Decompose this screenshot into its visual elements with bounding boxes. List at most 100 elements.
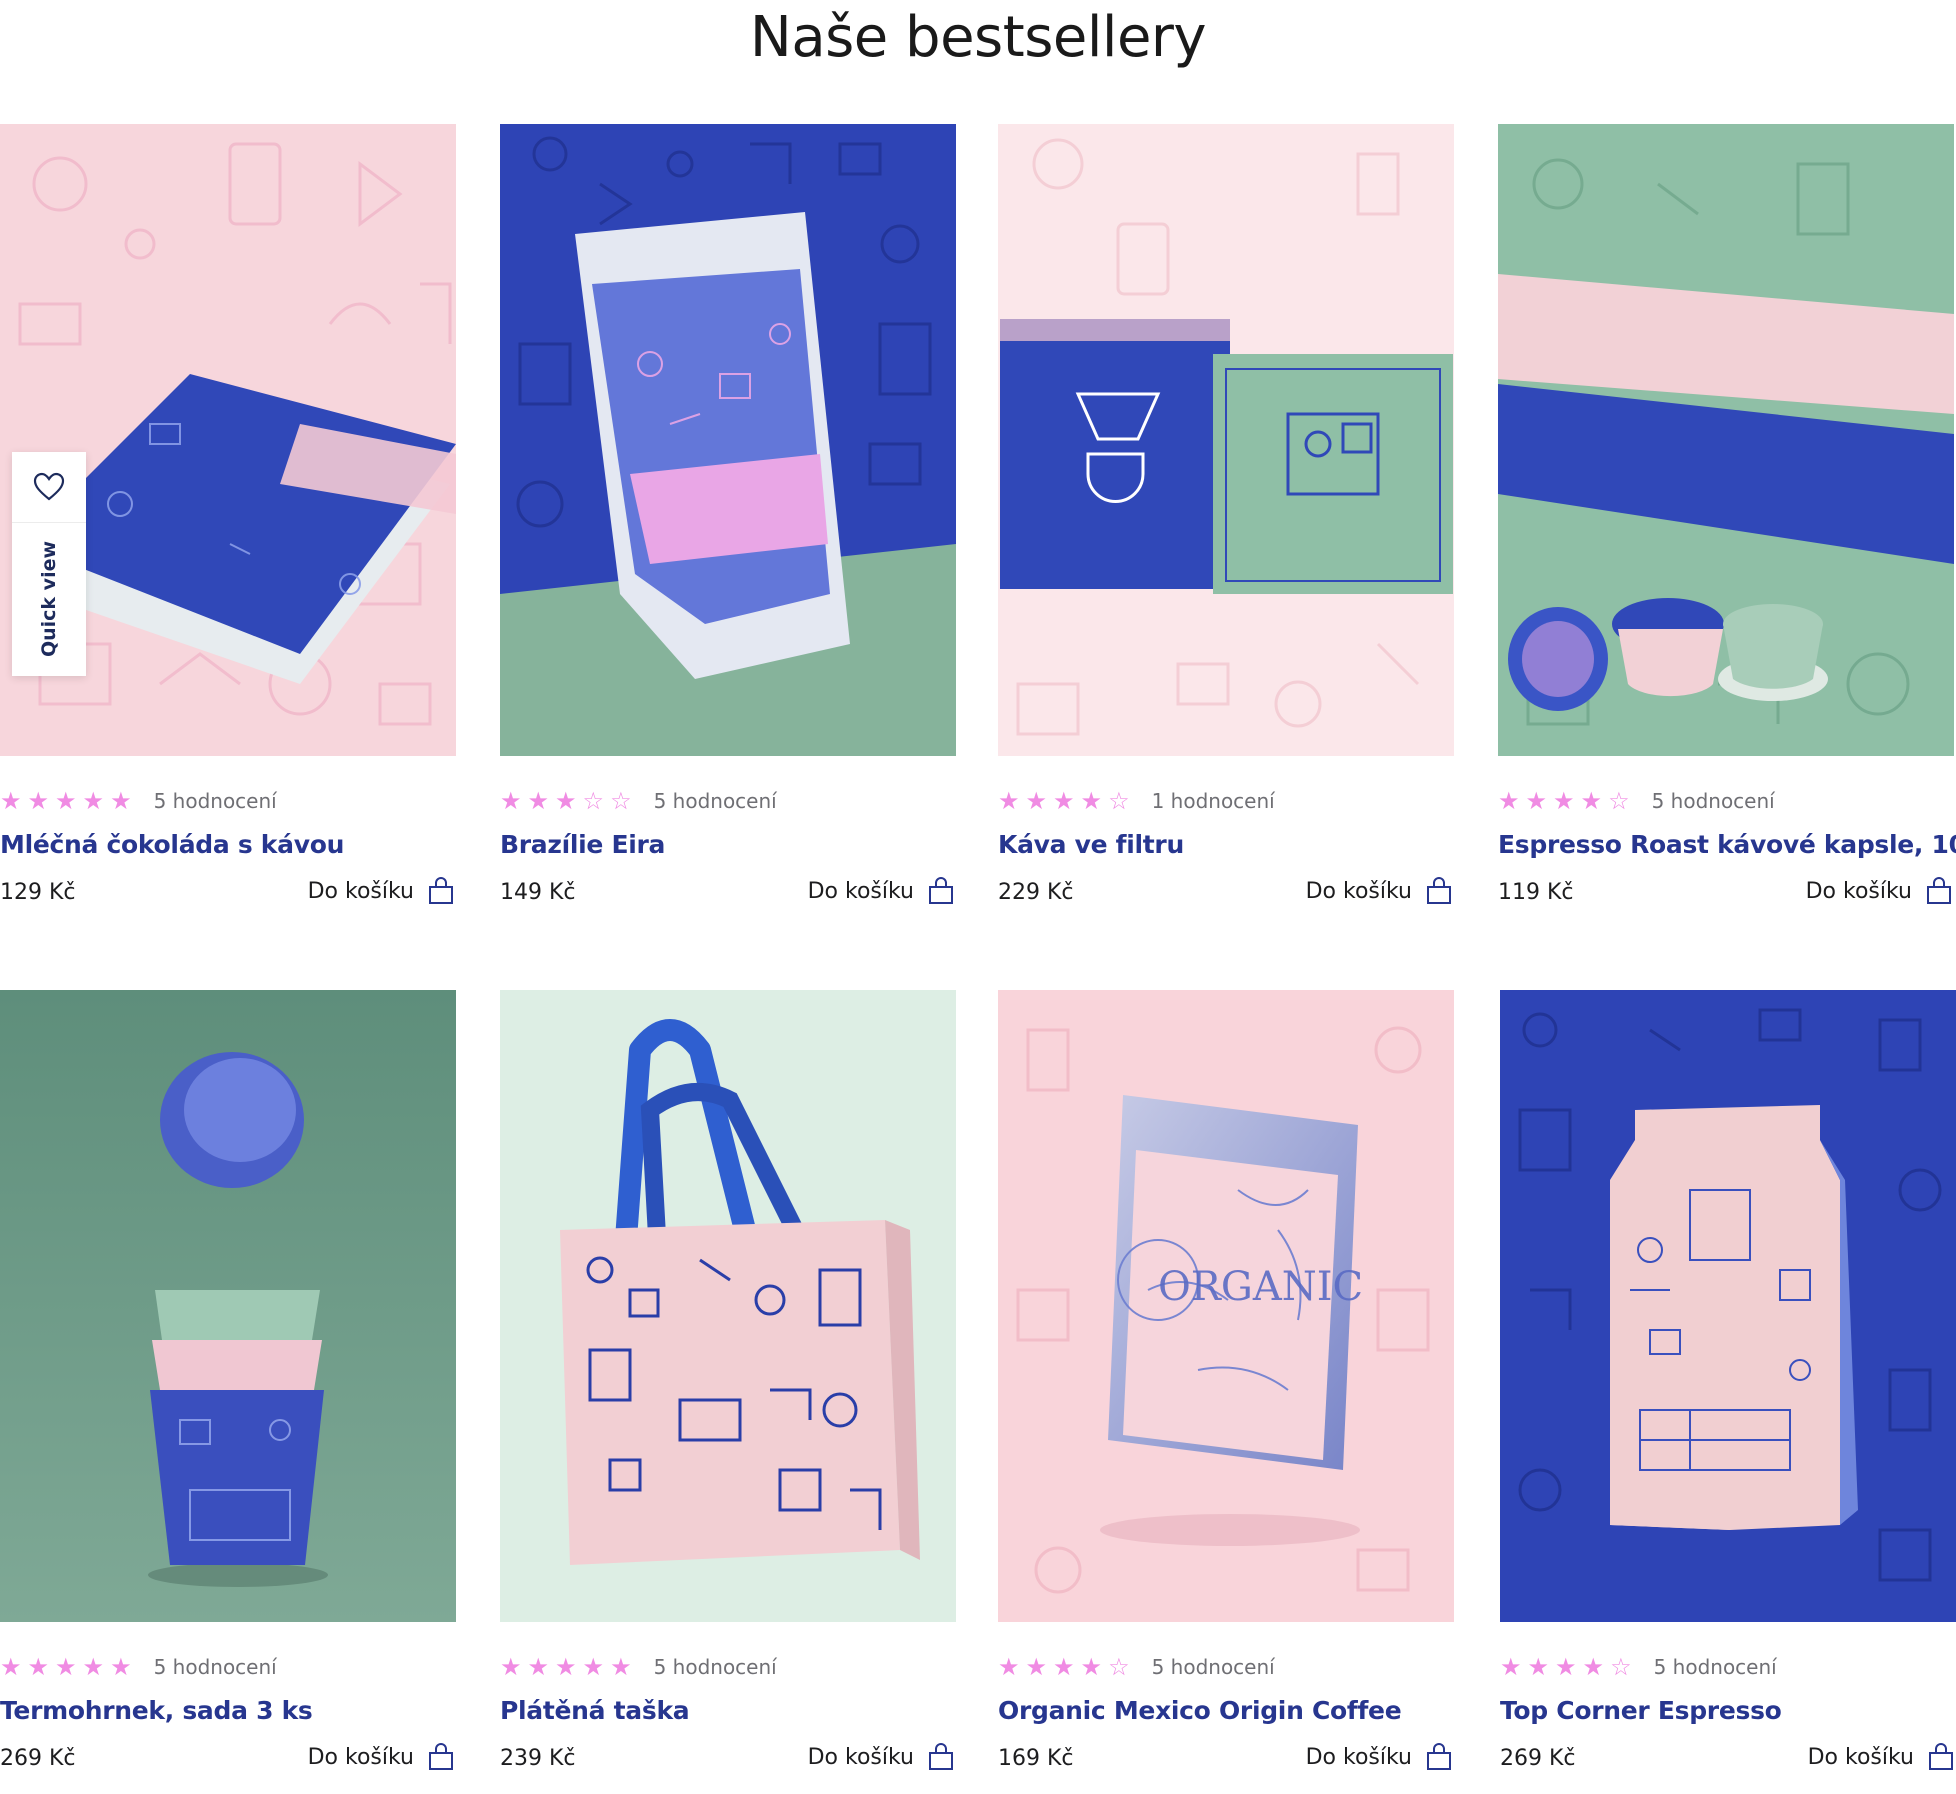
star-full-icon: ★ — [1053, 787, 1075, 815]
product-rating: ★ ★ ★ ★ ★ 5 hodnocení — [0, 786, 277, 816]
shopping-bag-icon — [1927, 877, 1951, 904]
star-full-icon: ★ — [582, 1653, 605, 1681]
star-full-icon: ★ — [1498, 787, 1520, 815]
review-count: 5 hodnocení — [153, 1655, 277, 1679]
review-count: 5 hodnocení — [1151, 1655, 1275, 1679]
product-name[interactable]: Top Corner Espresso — [1500, 1696, 1782, 1725]
star-full-icon: ★ — [82, 787, 105, 815]
star-full-icon: ★ — [555, 1653, 577, 1681]
pattern-background — [1518, 1008, 1942, 1582]
star-full-icon: ★ — [1527, 1653, 1550, 1681]
review-count: 5 hodnocení — [1653, 1655, 1777, 1679]
rating-stars: ★ ★ ★ ★ ★ — [500, 1655, 632, 1679]
add-to-cart-label: Do košíku — [307, 1744, 414, 1770]
product-name[interactable]: Organic Mexico Origin Coffee — [998, 1696, 1402, 1725]
product-image[interactable] — [1500, 990, 1956, 1622]
product-image[interactable] — [0, 990, 456, 1622]
product-card[interactable]: ★ ★ ★ ★ ☆ 5 hodnocení Top Corner Espresso 26… — [1500, 990, 1956, 1771]
star-full-icon: ★ — [1025, 1653, 1048, 1681]
pattern-background — [500, 136, 956, 756]
rating-stars: ★ ★ ★ ☆ ☆ — [500, 789, 632, 813]
star-full-icon: ★ — [500, 787, 522, 815]
add-to-cart-button[interactable]: Do košíku — [308, 876, 456, 906]
star-full-icon: ★ — [0, 787, 22, 815]
shopping-bag-icon — [429, 1743, 453, 1770]
product-card[interactable]: ★ ★ ★ ★ ★ 5 hodnocení Termohrnek, sada 3 ks … — [0, 990, 456, 1771]
add-to-cart-button[interactable]: Do košíku — [1306, 876, 1454, 906]
star-full-icon: ★ — [500, 1653, 522, 1681]
star-full-icon: ★ — [110, 1653, 132, 1681]
star-full-icon: ★ — [55, 787, 77, 815]
star-full-icon: ★ — [27, 787, 50, 815]
product-image[interactable] — [1498, 124, 1954, 756]
product-name[interactable]: Káva ve filtru — [998, 830, 1184, 859]
review-count: 5 hodnocení — [153, 789, 277, 813]
add-to-cart-button[interactable]: Do košíku — [1306, 1742, 1454, 1772]
star-empty-icon: ☆ — [1608, 787, 1630, 815]
product-card[interactable]: ★ ★ ★ ☆ ☆ 5 hodnocení Brazílie Eira 149 Kč D… — [500, 124, 956, 905]
product-name[interactable]: Plátěná taška — [500, 1696, 690, 1725]
product-price: 119 Kč — [1498, 880, 1574, 905]
shopping-bag-icon — [1427, 877, 1451, 904]
star-full-icon: ★ — [998, 1653, 1020, 1681]
star-full-icon: ★ — [55, 1653, 77, 1681]
product-card[interactable]: Quick view ★ ★ ★ ★ ★ 5 hodnocení Mléčná čoko… — [0, 124, 456, 905]
add-to-cart-button[interactable]: Do košíku — [1808, 1742, 1956, 1772]
product-name[interactable]: Espresso Roast kávové kapsle, 10 ks — [1498, 830, 1956, 859]
product-price: 129 Kč — [0, 880, 76, 905]
quick-view-label: Quick view — [38, 540, 61, 658]
shopping-bag-icon — [1427, 1743, 1451, 1770]
wishlist-heart-icon[interactable] — [12, 452, 86, 523]
product-card[interactable]: ★ ★ ★ ★ ☆ 1 hodnocení Káva ve filtru 229 Kč … — [998, 124, 1454, 905]
star-full-icon: ★ — [1555, 1653, 1577, 1681]
product-image[interactable] — [500, 990, 956, 1622]
add-to-cart-label: Do košíku — [1305, 1744, 1412, 1770]
star-full-icon: ★ — [1053, 1653, 1075, 1681]
add-to-cart-button[interactable]: Do košíku — [808, 876, 956, 906]
add-to-cart-label: Do košíku — [1807, 1744, 1914, 1770]
star-full-icon: ★ — [1525, 787, 1548, 815]
product-price: 149 Kč — [500, 880, 576, 905]
product-image[interactable] — [998, 124, 1454, 756]
product-image[interactable]: ORGANIC — [998, 990, 1454, 1622]
star-full-icon: ★ — [610, 1653, 632, 1681]
product-image[interactable] — [500, 124, 956, 756]
rating-stars: ★ ★ ★ ★ ☆ — [1498, 789, 1630, 813]
product-name[interactable]: Mléčná čokoláda s kávou — [0, 830, 344, 859]
star-empty-icon: ☆ — [610, 787, 632, 815]
product-price: 239 Kč — [500, 1746, 576, 1771]
pattern-background — [0, 990, 456, 1622]
product-card[interactable]: ★ ★ ★ ★ ☆ 5 hodnocení Espresso Roast kávové … — [1498, 124, 1956, 905]
star-empty-icon: ☆ — [1108, 787, 1130, 815]
star-full-icon: ★ — [527, 787, 550, 815]
rating-stars: ★ ★ ★ ★ ☆ — [998, 1655, 1130, 1679]
add-to-cart-label: Do košíku — [307, 878, 414, 904]
star-full-icon: ★ — [1080, 1653, 1103, 1681]
pattern-background — [1000, 138, 1453, 736]
add-to-cart-button[interactable]: Do košíku — [808, 1742, 956, 1772]
pattern-background: ORGANIC — [1016, 1026, 1430, 1594]
section-title: Naše bestsellery — [749, 5, 1207, 70]
product-rating: ★ ★ ★ ★ ☆ 5 hodnocení — [1498, 786, 1775, 816]
product-rating: ★ ★ ★ ★ ★ 5 hodnocení — [500, 1652, 777, 1682]
rating-stars: ★ ★ ★ ★ ☆ — [1500, 1655, 1632, 1679]
product-rating: ★ ★ ★ ★ ☆ 5 hodnocení — [1500, 1652, 1777, 1682]
quick-view-panel: Quick view — [12, 452, 86, 676]
add-to-cart-button[interactable]: Do košíku — [308, 1742, 456, 1772]
product-price: 269 Kč — [1500, 1746, 1576, 1771]
product-image[interactable]: Quick view — [0, 124, 456, 756]
add-to-cart-label: Do košíku — [1305, 878, 1412, 904]
quick-view-button[interactable]: Quick view — [12, 522, 86, 676]
product-name[interactable]: Brazílie Eira — [500, 830, 665, 859]
add-to-cart-button[interactable]: Do košíku — [1806, 876, 1954, 906]
product-card[interactable]: ★ ★ ★ ★ ★ 5 hodnocení Plátěná taška 239 Kč D… — [500, 990, 956, 1771]
svg-text:ORGANIC: ORGANIC — [1158, 1264, 1363, 1310]
star-empty-icon: ☆ — [1108, 1653, 1130, 1681]
shopping-bag-icon — [929, 877, 953, 904]
review-count: 1 hodnocení — [1151, 789, 1275, 813]
pattern-background — [560, 1019, 920, 1565]
star-empty-icon: ☆ — [1610, 1653, 1632, 1681]
product-name[interactable]: Termohrnek, sada 3 ks — [0, 1696, 313, 1725]
product-card[interactable]: ORGANIC ★ ★ ★ ★ ☆ 5 hodnocení Organic Mexico… — [998, 990, 1454, 1771]
product-rating: ★ ★ ★ ★ ☆ 1 hodnocení — [998, 786, 1275, 816]
